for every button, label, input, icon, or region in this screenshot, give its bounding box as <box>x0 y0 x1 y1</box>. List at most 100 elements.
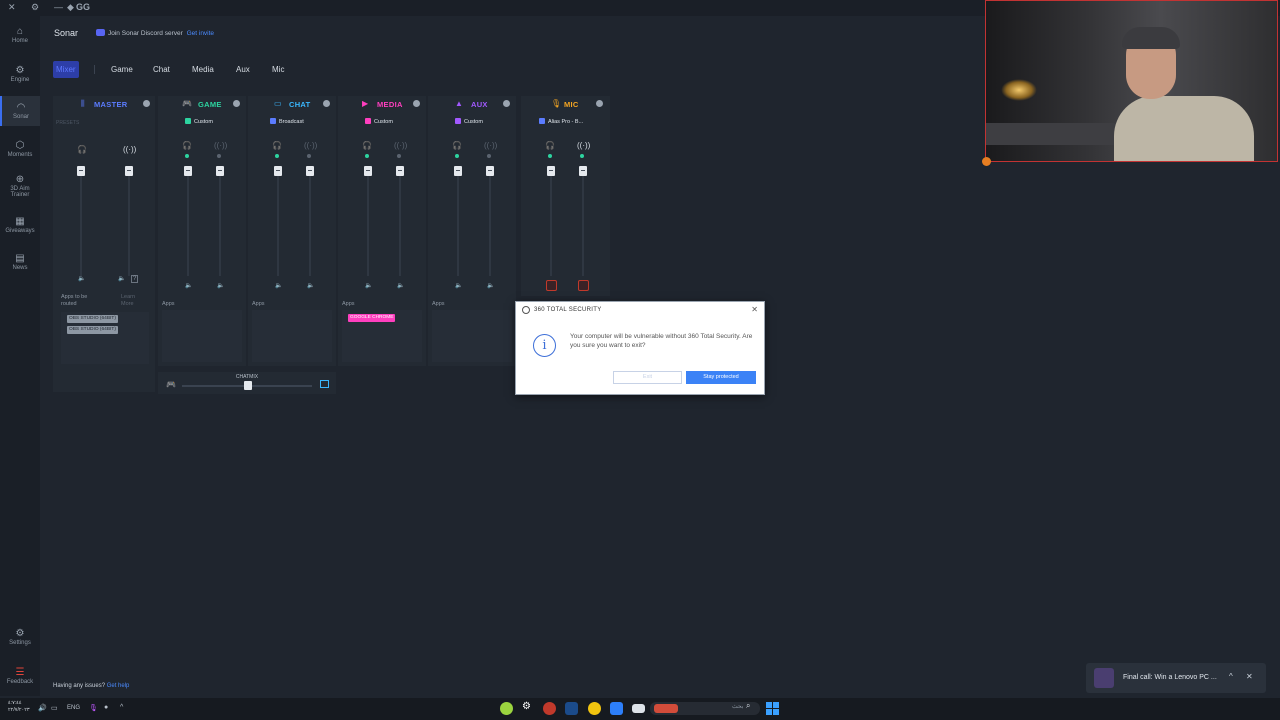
close-icon[interactable]: ✕ <box>751 305 758 314</box>
tab-mic[interactable]: Mic <box>272 61 284 78</box>
preset-selector[interactable]: Custom <box>365 118 393 125</box>
sidebar-item-giveaways[interactable]: ▦ Giveaways <box>0 216 40 234</box>
window-taskbar-icon[interactable] <box>632 704 645 713</box>
muted-stream-icon[interactable] <box>578 280 589 291</box>
sidebar-item-moments[interactable]: ⬡ Moments <box>0 140 40 158</box>
sidebar-item-news[interactable]: ▤ News <box>0 253 40 271</box>
window-minimize-icon[interactable]: — <box>54 2 63 12</box>
stream-volume-slider[interactable] <box>125 166 133 176</box>
tray-clock[interactable]: ٤:٧:٤٤ ٢٢/٧/٢٠٢٣ <box>8 700 30 714</box>
preset-selector[interactable]: Alias Pro - B... <box>539 118 583 125</box>
gear-icon[interactable] <box>233 100 240 107</box>
network-icon[interactable]: ▭ <box>51 704 58 712</box>
tab-mixer[interactable]: Mixer <box>53 61 79 78</box>
stay-protected-button[interactable]: Stay protected <box>686 371 756 384</box>
gear-icon[interactable] <box>323 100 330 107</box>
mute-icon[interactable]: 🔈 <box>217 282 224 289</box>
mute-icon[interactable]: 🔈 <box>487 282 494 289</box>
slider-track <box>550 166 552 276</box>
volume-slider[interactable] <box>274 166 282 176</box>
language-indicator[interactable]: ENG <box>67 705 80 711</box>
get-invite-link[interactable]: Get invite <box>187 30 214 37</box>
tab-aux[interactable]: Aux <box>236 61 250 78</box>
mute-icon[interactable]: 🔈 <box>365 282 372 289</box>
preset-selector[interactable]: Custom <box>185 118 213 125</box>
obs-taskbar-icon[interactable] <box>543 702 556 715</box>
mute-icon[interactable]: 🔈 <box>455 282 462 289</box>
app-chip[interactable]: OBS STUDIO (64BIT) <box>67 326 118 334</box>
taskbar-app-icon[interactable] <box>500 702 513 715</box>
exit-button[interactable]: Exit <box>613 371 682 384</box>
preset-selector[interactable]: Broadcast <box>270 118 304 125</box>
volume-slider[interactable] <box>364 166 372 176</box>
app-chip[interactable]: OBS STUDIO (64BIT) <box>67 315 118 323</box>
chatmix-slider[interactable] <box>244 381 252 390</box>
steam-taskbar-icon[interactable] <box>565 702 578 715</box>
status-dot <box>365 154 369 158</box>
volume-slider[interactable] <box>454 166 462 176</box>
mute-icon[interactable]: 🔈 <box>275 282 282 289</box>
status-dot <box>548 154 552 158</box>
volume-slider[interactable] <box>77 166 85 176</box>
gear-icon[interactable] <box>503 100 510 107</box>
stream-volume-slider[interactable] <box>486 166 494 176</box>
webcam-overlay <box>985 0 1278 162</box>
stream-volume-slider[interactable] <box>396 166 404 176</box>
app-chip[interactable]: GOOGLE CHROME <box>348 314 396 322</box>
tab-chat[interactable]: Chat <box>153 61 170 78</box>
windows-start-icon[interactable] <box>766 702 779 715</box>
gear-icon[interactable] <box>596 100 603 107</box>
tab-media[interactable]: Media <box>192 61 214 78</box>
notification-toast[interactable]: Final call: Win a Lenovo PC ... ^ ✕ <box>1086 663 1266 693</box>
chrome-taskbar-icon[interactable] <box>588 702 601 715</box>
broadcast-icon: ((·)) <box>577 141 591 150</box>
explorer-taskbar-icon[interactable] <box>610 702 623 715</box>
sidebar-item-feedback[interactable]: ☰ Feedback <box>0 667 40 685</box>
mute-icon[interactable]: 🔈 <box>185 282 192 289</box>
sidebar-item-engine[interactable]: ⚙ Engine <box>0 65 40 83</box>
mute-icon[interactable]: 🔈 <box>118 275 125 282</box>
status-dot <box>185 154 189 158</box>
tab-game[interactable]: Game <box>111 61 133 78</box>
chevron-up-icon[interactable]: ^ <box>120 704 123 711</box>
preset-icon <box>270 118 276 124</box>
volume-slider[interactable] <box>184 166 192 176</box>
learn-more-link[interactable]: Learn More <box>121 294 145 308</box>
preset-icon <box>365 118 371 124</box>
mute-icon[interactable]: 🔈 <box>78 275 85 282</box>
apps-to-be-routed-label: Apps to be routed <box>61 294 88 307</box>
gear-icon[interactable] <box>413 100 420 107</box>
stream-volume-slider[interactable] <box>579 166 587 176</box>
app-tray-icon[interactable]: ● <box>104 704 108 711</box>
tray-time: ٤:٧:٤٤ <box>8 700 22 706</box>
mute-icon[interactable]: 🔈 <box>397 282 404 289</box>
sidebar-item-sonar[interactable]: ◠ Sonar <box>0 96 40 126</box>
sidebar-item-label: Home <box>11 38 28 44</box>
get-help-link[interactable]: Get help <box>107 683 130 689</box>
channel-header: ⫼ MASTER <box>53 96 155 113</box>
volume-slider[interactable] <box>547 166 555 176</box>
apps-box <box>432 310 512 362</box>
close-icon[interactable]: ✕ <box>1246 672 1253 681</box>
sidebar-item-3d-aim-trainer[interactable]: ⊕ 3D Aim Trainer <box>0 174 40 198</box>
sidebar-item-settings[interactable]: ⚙ Settings <box>0 628 40 646</box>
mic-tray-icon[interactable]: 🎙 <box>89 704 98 712</box>
sidebar-item-home[interactable]: ⌂ Home <box>0 26 40 44</box>
slider-track <box>582 166 584 276</box>
help-icon[interactable]: ? <box>131 275 139 283</box>
stream-volume-slider[interactable] <box>216 166 224 176</box>
apps-box <box>162 310 242 362</box>
window-close-icon[interactable]: ✕ <box>8 2 16 13</box>
mute-icon[interactable]: 🔈 <box>307 282 314 289</box>
window-settings-icon[interactable]: ⚙ <box>31 2 39 13</box>
volume-icon[interactable]: 🔊 <box>38 704 47 712</box>
unrouted-apps-box: OBS STUDIO (64BIT) OBS STUDIO (64BIT) <box>61 312 149 364</box>
headphones-icon: 🎧 <box>452 141 462 150</box>
muted-mic-icon[interactable] <box>546 280 557 291</box>
chevron-up-icon[interactable]: ^ <box>1229 672 1233 681</box>
stream-volume-slider[interactable] <box>306 166 314 176</box>
preset-selector[interactable]: Custom <box>455 118 483 125</box>
channel-name: MIC <box>564 100 579 109</box>
steelseries-taskbar-icon[interactable]: ⚙ <box>522 701 535 714</box>
gear-icon[interactable] <box>143 100 150 107</box>
